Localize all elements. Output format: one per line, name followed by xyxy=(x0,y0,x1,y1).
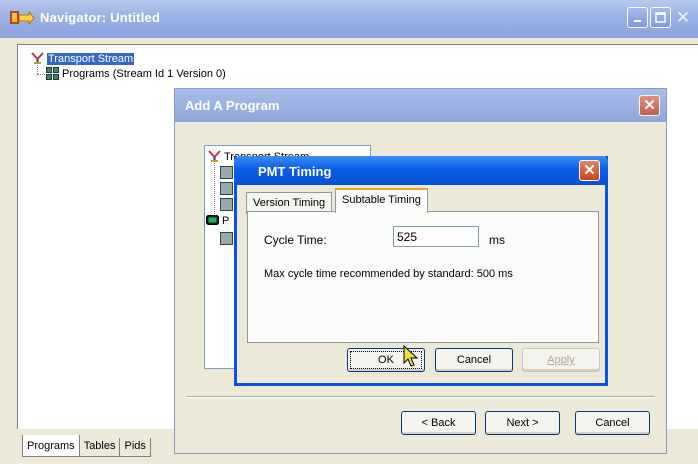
tab-pids[interactable]: Pids xyxy=(119,438,151,457)
program-grid-icon xyxy=(220,182,233,195)
next-button[interactable]: Next > xyxy=(485,411,560,435)
tab-tables[interactable]: Tables xyxy=(78,438,121,457)
cancel-button-label: Cancel xyxy=(595,417,630,429)
monitor-icon xyxy=(206,215,219,225)
tree-connector xyxy=(37,74,45,75)
pmt-timing-dialog: PMT Timing ✕ Version Timing Subtable Tim… xyxy=(234,156,608,386)
apply-button-label: Apply xyxy=(547,354,575,366)
pmt-timing-close-button[interactable]: ✕ xyxy=(579,160,600,181)
transport-stream-icon xyxy=(31,52,44,64)
pmt-timing-title: PMT Timing xyxy=(258,164,332,179)
cancel-button[interactable]: Cancel xyxy=(575,411,650,435)
tree-item-transport-stream[interactable]: Transport Stream xyxy=(31,52,135,65)
programs-grid-icon xyxy=(46,67,59,80)
add-program-title-bar[interactable]: Add A Program ✕ xyxy=(175,89,666,122)
cycle-time-label: Cycle Time: xyxy=(264,233,327,247)
maximize-icon xyxy=(655,12,666,23)
minimize-icon xyxy=(633,19,641,22)
program-grid-icon xyxy=(220,166,233,179)
mouse-pointer-icon xyxy=(403,345,419,367)
cycle-time-unit: ms xyxy=(489,233,505,247)
back-button-label: < Back xyxy=(421,417,456,429)
close-icon: ✕ xyxy=(643,97,656,114)
next-button-label: Next > xyxy=(506,417,539,429)
cycle-time-input[interactable]: 525 xyxy=(393,226,479,247)
tab-subtable-timing[interactable]: Subtable Timing xyxy=(335,188,428,213)
pmt-cancel-button[interactable]: Cancel xyxy=(435,348,513,372)
tree-item-p[interactable]: P xyxy=(206,214,229,227)
close-icon[interactable]: ✕ xyxy=(673,7,693,28)
pmt-timing-title-bar[interactable]: PMT Timing ✕ xyxy=(234,156,608,185)
tree-connector xyxy=(214,163,215,216)
ok-button-label: OK xyxy=(378,354,394,366)
program-grid-icon xyxy=(220,232,233,245)
tree-item-label: Programs (Stream Id 1 Version 0) xyxy=(62,67,226,80)
tree-connector xyxy=(37,65,38,74)
tab-programs[interactable]: Programs xyxy=(22,435,80,457)
close-icon: ✕ xyxy=(583,162,596,179)
max-cycle-time-note: Max cycle time recommended by standard: … xyxy=(264,268,513,280)
navigator-tab-strip: Programs Tables Pids xyxy=(22,435,151,457)
maximize-button[interactable] xyxy=(650,7,671,28)
tree-item-label: P xyxy=(222,214,230,227)
tree-item-programs[interactable]: Programs (Stream Id 1 Version 0) xyxy=(46,67,226,80)
program-grid-icon xyxy=(220,198,233,211)
minimize-button[interactable] xyxy=(627,7,648,28)
apply-button[interactable]: Apply xyxy=(522,348,600,372)
subtable-timing-panel: Cycle Time: 525 ms Max cycle time recomm… xyxy=(247,211,599,343)
add-program-title: Add A Program xyxy=(185,98,280,113)
navigator-app-icon xyxy=(10,10,35,26)
tree-item-label: Transport Stream xyxy=(47,52,135,65)
back-button[interactable]: < Back xyxy=(401,411,476,435)
navigator-title: Navigator: Untitled xyxy=(40,10,161,25)
transport-stream-icon xyxy=(208,150,221,162)
cancel-button-label: Cancel xyxy=(456,354,492,366)
dialog-separator xyxy=(187,396,655,398)
add-program-close-button[interactable]: ✕ xyxy=(639,95,660,116)
navigator-title-bar[interactable]: Navigator: Untitled ✕ xyxy=(0,0,698,38)
